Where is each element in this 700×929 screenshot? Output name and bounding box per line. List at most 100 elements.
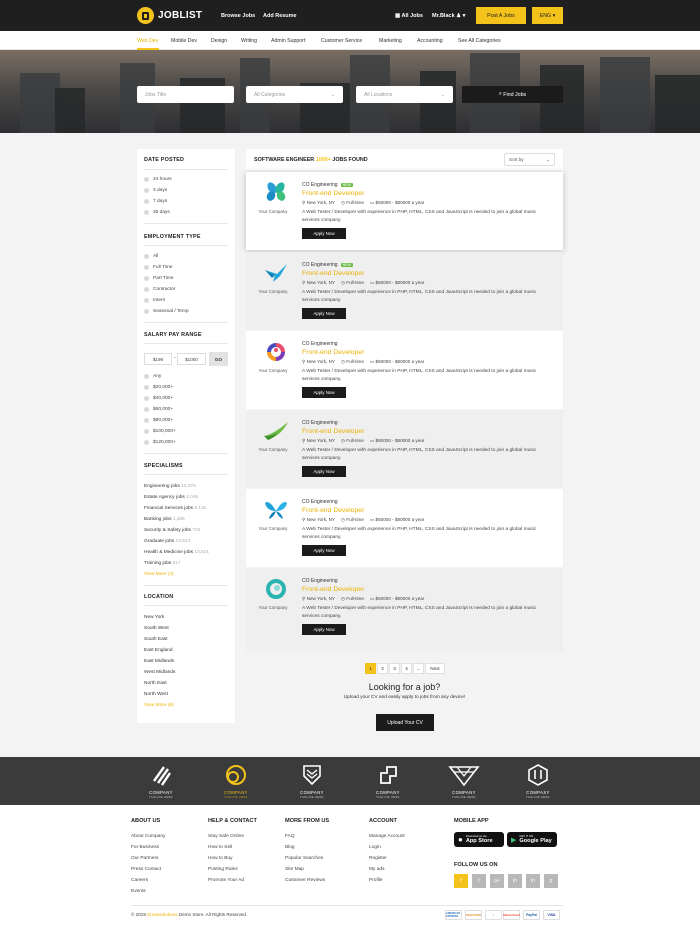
footer-link[interactable]: Popular Searches bbox=[285, 856, 323, 861]
footer-link[interactable]: Register bbox=[369, 856, 387, 861]
cat-customer-service[interactable]: Customer Service bbox=[321, 38, 362, 44]
cat-design[interactable]: Design bbox=[211, 38, 227, 44]
instagram-icon[interactable]: in bbox=[526, 874, 540, 888]
logo[interactable]: JOBLIST bbox=[137, 7, 202, 24]
radio-salary-40k[interactable]: $40,000+ bbox=[144, 396, 173, 401]
page-1[interactable]: 1 bbox=[365, 663, 376, 674]
footer-link[interactable]: Posting Rules bbox=[208, 867, 238, 872]
footer-link[interactable]: Site Map bbox=[285, 867, 304, 872]
job-title-link[interactable]: Front-end Developer bbox=[302, 586, 552, 593]
radio-salary-80k[interactable]: $80,000+ bbox=[144, 418, 173, 423]
radio-all[interactable]: All bbox=[144, 254, 158, 259]
footer-link[interactable]: Login bbox=[369, 845, 381, 850]
language-select[interactable]: ENG ▾ bbox=[532, 7, 563, 24]
footer-link[interactable]: Stay Safe Online bbox=[208, 834, 244, 839]
footer-link[interactable]: Press Contact bbox=[131, 867, 161, 872]
job-title-input[interactable]: Jobs Title bbox=[137, 86, 234, 103]
app-store-button[interactable]: ● Download on the App Store bbox=[454, 832, 504, 847]
google-play-button[interactable]: ▶ GET IT ON Google Play bbox=[507, 832, 557, 847]
radio-salary-100k[interactable]: $100,000+ bbox=[144, 429, 176, 434]
apply-now-button[interactable]: Apply Now bbox=[302, 228, 346, 239]
specialism-item[interactable]: Graduate jobs 13,524 bbox=[144, 539, 190, 544]
footer-link[interactable]: Promote Your Ad bbox=[208, 878, 244, 883]
location-view-more[interactable]: View More (6) bbox=[144, 703, 174, 708]
job-title-link[interactable]: Front-end Developer bbox=[302, 190, 552, 197]
job-title-link[interactable]: Front-end Developer bbox=[302, 507, 552, 514]
specialism-item[interactable]: Banking jobs 1,465 bbox=[144, 517, 185, 522]
all-jobs-link[interactable]: ▦ All Jobs bbox=[395, 13, 423, 19]
page-3[interactable]: 3 bbox=[389, 663, 400, 674]
google-plus-icon[interactable]: g+ bbox=[490, 874, 504, 888]
specialism-item[interactable]: Security & Safety jobs 720 bbox=[144, 528, 200, 533]
footer-link[interactable]: FAQ bbox=[285, 834, 295, 839]
locations-select[interactable]: All Locations ⌄ bbox=[356, 86, 453, 103]
location-item[interactable]: East Midlands bbox=[144, 659, 174, 664]
radio-7-days[interactable]: 7 days bbox=[144, 199, 167, 204]
cat-admin-support[interactable]: Admin Support bbox=[271, 38, 305, 44]
footer-link[interactable]: How to Sell bbox=[208, 845, 232, 850]
job-title-link[interactable]: Front-end Developer bbox=[302, 349, 552, 356]
apply-now-button[interactable]: Apply Now bbox=[302, 466, 346, 477]
radio-intern[interactable]: Intern bbox=[144, 298, 165, 303]
location-item[interactable]: North East bbox=[144, 681, 167, 686]
location-item[interactable]: South West bbox=[144, 626, 169, 631]
specialism-item[interactable]: Estate Agency jobs 4,046 bbox=[144, 495, 198, 500]
radio-full-time[interactable]: Full Time bbox=[144, 265, 172, 270]
user-menu[interactable]: Mr.Black ♟ ▾ bbox=[432, 13, 465, 19]
page-next[interactable]: Next bbox=[425, 663, 445, 674]
footer-link[interactable]: My ads bbox=[369, 867, 384, 872]
apply-now-button[interactable]: Apply Now bbox=[302, 545, 346, 556]
cat-mobile-dev[interactable]: Mobile Dev bbox=[171, 38, 197, 44]
salary-min-input[interactable]: $199 bbox=[144, 353, 172, 365]
radio-contractor[interactable]: Contractor bbox=[144, 287, 175, 292]
apply-now-button[interactable]: Apply Now bbox=[302, 624, 346, 635]
post-job-button[interactable]: Post A Jobs bbox=[476, 7, 526, 24]
radio-salary-60k[interactable]: $60,000+ bbox=[144, 407, 173, 412]
footer-link[interactable]: How to Buy bbox=[208, 856, 233, 861]
specialism-item[interactable]: Training jobs 917 bbox=[144, 561, 181, 566]
radio-30-days[interactable]: 30 days bbox=[144, 210, 170, 215]
twitter-icon[interactable]: t bbox=[472, 874, 486, 888]
pinterest-icon[interactable]: p bbox=[544, 874, 558, 888]
apply-now-button[interactable]: Apply Now bbox=[302, 308, 346, 319]
footer-link[interactable]: Blog bbox=[285, 845, 295, 850]
location-item[interactable]: New York bbox=[144, 615, 164, 620]
nav-add-resume[interactable]: Add Resume bbox=[263, 13, 297, 19]
footer-link[interactable]: Customer Reviews bbox=[285, 878, 325, 883]
footer-link[interactable]: For Business bbox=[131, 845, 159, 850]
footer-link[interactable]: Manage Account bbox=[369, 834, 405, 839]
specialism-item[interactable]: Engineering jobs 12,076 bbox=[144, 484, 196, 489]
footer-link[interactable]: Events bbox=[131, 889, 146, 894]
find-jobs-button[interactable]: ⌕ Find Jobs bbox=[462, 86, 563, 103]
job-title-link[interactable]: Front-end Developer bbox=[302, 270, 552, 277]
radio-24-hours[interactable]: 24 hours bbox=[144, 177, 172, 182]
cat-accounting[interactable]: Accounting bbox=[417, 38, 443, 44]
footer-link[interactable]: Our Partners bbox=[131, 856, 158, 861]
apply-now-button[interactable]: Apply Now bbox=[302, 387, 346, 398]
specialisms-view-more[interactable]: View More (4) bbox=[144, 572, 174, 577]
radio-salary-20k[interactable]: $20,000+ bbox=[144, 385, 173, 390]
radio-salary-120k[interactable]: $120,000+ bbox=[144, 440, 176, 445]
radio-seasonal[interactable]: Seasonal / Temp bbox=[144, 309, 189, 314]
specialism-item[interactable]: Health & Medicine jobs 10,621 bbox=[144, 550, 209, 555]
footer-link[interactable]: About Company bbox=[131, 834, 165, 839]
nav-browse-jobs[interactable]: Browse Jobs bbox=[221, 13, 255, 19]
linkedin-icon[interactable]: in bbox=[508, 874, 522, 888]
sort-select[interactable]: Sort by ⌄ bbox=[504, 153, 555, 166]
cat-writing[interactable]: Writing bbox=[241, 38, 257, 44]
job-title-link[interactable]: Front-end Developer bbox=[302, 428, 552, 435]
radio-salary-any[interactable]: Any bbox=[144, 374, 161, 379]
upload-cv-button[interactable]: Upload Your CV bbox=[376, 714, 434, 731]
footer-link[interactable]: Profile bbox=[369, 878, 383, 883]
location-item[interactable]: East England bbox=[144, 648, 173, 653]
categories-select[interactable]: All Categories ⌄ bbox=[246, 86, 343, 103]
salary-go-button[interactable]: GO bbox=[209, 352, 228, 366]
cat-marketing[interactable]: Marketing bbox=[379, 38, 402, 44]
location-item[interactable]: South East bbox=[144, 637, 167, 642]
location-item[interactable]: North West bbox=[144, 692, 168, 697]
salary-max-input[interactable]: $1000 bbox=[177, 353, 206, 365]
footer-link[interactable]: Careers bbox=[131, 878, 148, 883]
page-4[interactable]: 4 bbox=[401, 663, 412, 674]
radio-part-time[interactable]: Part Time bbox=[144, 276, 174, 281]
facebook-icon[interactable]: f bbox=[454, 874, 468, 888]
